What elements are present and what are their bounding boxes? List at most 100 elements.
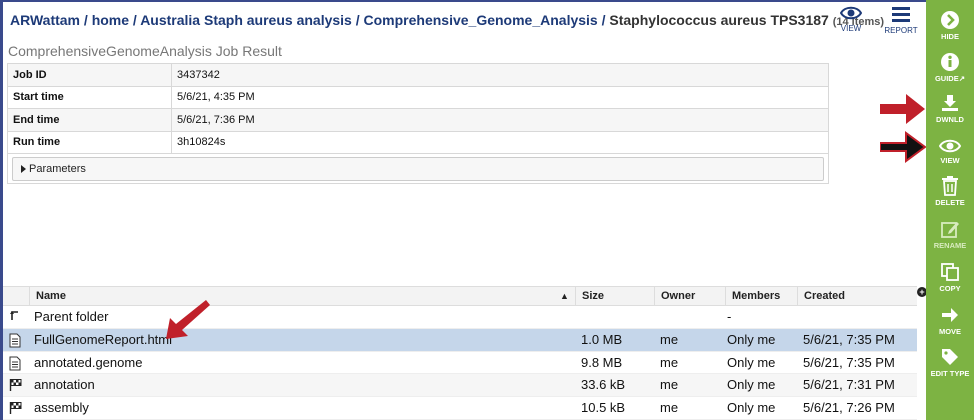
tag-icon <box>942 349 958 365</box>
file-name: annotation <box>34 377 95 393</box>
header-name[interactable]: Name ▲ <box>29 287 575 306</box>
download-icon <box>942 95 958 111</box>
arrow-right-icon <box>942 308 958 322</box>
job-info-row: End time 5/6/21, 7:36 PM <box>7 108 829 132</box>
breadcrumb-separator: / <box>80 12 92 28</box>
table-row[interactable]: assembly 10.5 kB me Only me 5/6/21, 7:26… <box>3 397 917 420</box>
job-info-key: End time <box>7 108 172 132</box>
trash-icon <box>942 176 958 196</box>
hide-label: HIDE <box>941 32 959 41</box>
file-created: 5/6/21, 7:35 PM <box>803 354 895 370</box>
breadcrumb-home[interactable]: home <box>92 12 129 28</box>
job-info-row: Job ID 3437342 <box>7 63 829 87</box>
table-row[interactable]: Parent folder - <box>3 306 917 329</box>
sort-ascending-icon: ▲ <box>560 291 569 301</box>
document-icon <box>9 352 25 374</box>
file-size: 1.0 MB <box>581 331 623 347</box>
breadcrumb-user[interactable]: ARWattam <box>10 12 80 28</box>
black-annotation-arrow-view <box>880 131 926 163</box>
job-info-value: 3437342 <box>171 63 829 87</box>
header-name-label: Name <box>36 290 66 302</box>
file-members: Only me <box>727 354 776 370</box>
guide-button[interactable]: GUIDE↗ <box>926 52 974 83</box>
parameters-label: Parameters <box>29 163 86 175</box>
file-grid-header: Name ▲ Size Owner Members Created <box>3 286 917 306</box>
action-sidebar: HIDE GUIDE↗ DWNLD VIEW DELETE RENAME COP… <box>926 0 974 420</box>
hide-button[interactable]: HIDE <box>926 10 974 41</box>
file-name: annotated.genome <box>34 354 143 370</box>
download-button[interactable]: DWNLD <box>926 93 974 124</box>
red-annotation-arrow-download <box>880 94 925 124</box>
breadcrumb-folder-cga[interactable]: Comprehensive_Genome_Analysis <box>364 12 598 28</box>
file-size: 10.5 kB <box>581 400 626 416</box>
header-members[interactable]: Members <box>725 287 797 306</box>
workspace-app: ARWattam / home / Australia Staph aureus… <box>0 0 974 420</box>
file-members: - <box>727 309 732 324</box>
header-owner-label: Owner <box>661 290 696 302</box>
header-owner[interactable]: Owner <box>654 287 725 306</box>
job-info-row: Run time 3h10824s <box>7 130 829 154</box>
parameters-row: Parameters <box>7 153 829 184</box>
top-report-label: REPORT <box>884 26 918 35</box>
header-created[interactable]: Created <box>797 287 917 306</box>
parameters-toggle[interactable]: Parameters <box>12 157 824 181</box>
file-name: assembly <box>34 400 89 416</box>
file-size: 33.6 kB <box>581 377 626 393</box>
table-row[interactable]: annotated.genome 9.8 MB me Only me 5/6/2… <box>3 352 917 375</box>
header-size[interactable]: Size <box>575 287 654 306</box>
eye-icon <box>840 6 862 20</box>
guide-label: GUIDE <box>934 74 959 83</box>
chevron-right-circle-icon <box>941 11 959 29</box>
top-report-button[interactable]: REPORT <box>882 5 920 35</box>
file-owner: me <box>660 377 679 393</box>
file-owner: me <box>660 400 679 416</box>
header-created-label: Created <box>804 290 845 302</box>
breadcrumb-separator: / <box>351 12 364 28</box>
move-label: MOVE <box>938 327 962 336</box>
top-view-label: VIEW <box>840 24 862 33</box>
copy-label: COPY <box>939 284 961 293</box>
table-row[interactable]: FullGenomeReport.html 1.0 MB me Only me … <box>3 328 917 352</box>
file-owner: me <box>660 331 679 347</box>
header-members-label: Members <box>732 290 781 302</box>
rename-button[interactable]: RENAME <box>926 219 974 250</box>
table-row[interactable]: annotation 33.6 kB me Only me 5/6/21, 7:… <box>3 374 917 398</box>
breadcrumb-folder-staph[interactable]: Australia Staph aureus analysis <box>140 12 352 28</box>
breadcrumb-current: Staphylococcus aureus TPS3187 <box>609 12 829 28</box>
job-result-title: ComprehensiveGenomeAnalysis Job Result <box>8 43 282 59</box>
job-info-key: Job ID <box>7 63 172 87</box>
view-button[interactable]: VIEW <box>926 138 974 165</box>
top-view-button[interactable]: VIEW <box>834 5 868 33</box>
breadcrumb: ARWattam / home / Australia Staph aureus… <box>10 12 884 28</box>
job-info-table: Job ID 3437342 Start time 5/6/21, 4:35 P… <box>7 63 829 154</box>
report-icon <box>892 7 910 22</box>
delete-button[interactable]: DELETE <box>926 176 974 207</box>
top-border <box>0 0 926 2</box>
edit-type-button[interactable]: EDIT TYPE <box>926 347 974 378</box>
edit-type-label: EDIT TYPE <box>930 369 970 378</box>
delete-label: DELETE <box>935 198 965 207</box>
triangle-right-icon <box>21 165 26 173</box>
file-size: 9.8 MB <box>581 354 623 370</box>
rename-label: RENAME <box>933 241 967 250</box>
job-info-value: 3h10824s <box>171 130 829 154</box>
copy-button[interactable]: COPY <box>926 262 974 293</box>
external-link-icon: ↗ <box>958 74 966 83</box>
file-members: Only me <box>727 377 776 393</box>
file-name: FullGenomeReport.html <box>34 331 172 347</box>
parent-folder-icon <box>9 306 25 328</box>
job-info-value: 5/6/21, 4:35 PM <box>171 85 829 109</box>
pencil-icon <box>941 222 959 238</box>
red-annotation-arrow-file <box>166 300 210 339</box>
file-owner: me <box>660 354 679 370</box>
job-info-key: Start time <box>7 85 172 109</box>
breadcrumb-separator: / <box>129 12 141 28</box>
info-icon <box>941 53 959 71</box>
file-grid-body: Parent folder - FullGenomeReport.html 1.… <box>3 306 917 420</box>
eye-icon <box>939 139 961 153</box>
move-button[interactable]: MOVE <box>926 305 974 336</box>
header-icon-column <box>3 287 29 306</box>
file-members: Only me <box>727 400 776 416</box>
file-created: 5/6/21, 7:26 PM <box>803 400 895 416</box>
job-info-row: Start time 5/6/21, 4:35 PM <box>7 85 829 109</box>
